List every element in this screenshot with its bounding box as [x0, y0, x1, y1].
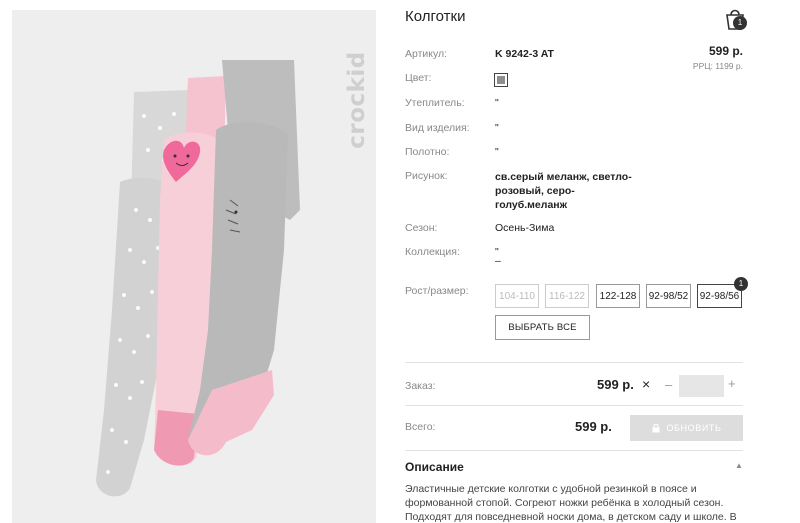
type-label: Вид изделия:: [405, 122, 470, 134]
update-button-label: ОБНОВИТЬ: [666, 423, 722, 433]
season-value: Осень-Зима: [495, 222, 555, 234]
total-price: 599 р.: [575, 419, 612, 434]
lock-icon: [652, 423, 660, 433]
product-title: Колготки: [405, 8, 466, 25]
collection-label: Коллекция:: [405, 246, 460, 258]
pattern-value: св.серый меланж, светло-розовый, серо-го…: [495, 171, 632, 211]
quantity-input[interactable]: [679, 375, 724, 397]
product-price: 599 р.: [708, 44, 743, 58]
quantity-minus-button[interactable]: –: [665, 377, 672, 392]
description-text: Эластичные детские колготки с удобной ре…: [405, 483, 737, 523]
select-all-button[interactable]: ВЫБРАТЬ ВСЕ: [495, 315, 590, 340]
warming-value: ": [495, 97, 499, 109]
size-label: Рост/размер:: [405, 285, 469, 297]
article-label: Артикул:: [405, 48, 448, 60]
quantity-plus-button[interactable]: +: [728, 376, 736, 391]
total-label: Всего:: [405, 421, 436, 433]
article-value: K 9242-3 AT: [495, 48, 554, 60]
color-swatch[interactable]: [494, 73, 508, 87]
tights-illustration: [96, 60, 300, 497]
size-option-116-122[interactable]: 116-122: [545, 284, 589, 308]
cart-count-badge: 1: [733, 16, 747, 30]
divider: [405, 362, 743, 363]
recommended-price: РРЦ: 1199 р.: [692, 61, 743, 71]
order-label: Заказ:: [405, 380, 436, 392]
order-price: 599 р.: [597, 377, 634, 392]
size-option-104-110[interactable]: 104-110: [495, 284, 539, 308]
size-option-122-128[interactable]: 122-128: [596, 284, 640, 308]
fabric-value: ": [495, 146, 499, 158]
size-option-92-98-52[interactable]: 92-98/52: [646, 284, 691, 308]
remove-icon[interactable]: ×: [642, 376, 650, 392]
product-photo: crockid: [12, 10, 376, 523]
description-title[interactable]: Описание: [405, 460, 464, 474]
chevron-up-icon[interactable]: ▲: [735, 461, 743, 470]
update-button[interactable]: ОБНОВИТЬ: [630, 415, 743, 441]
fabric-label: Полотно:: [405, 146, 450, 158]
color-label: Цвет:: [405, 72, 432, 84]
brand-logo: crockid: [342, 30, 372, 170]
warming-label: Утеплитель:: [405, 97, 465, 109]
pattern-label: Рисунок:: [405, 170, 448, 182]
season-label: Сезон:: [405, 222, 438, 234]
collection-value-dash: –: [495, 255, 501, 267]
brand-logo-text: crockid: [344, 51, 370, 149]
divider: [405, 450, 743, 451]
divider: [405, 405, 743, 406]
size-selected-badge: 1: [734, 277, 748, 291]
type-value: ": [495, 122, 499, 134]
